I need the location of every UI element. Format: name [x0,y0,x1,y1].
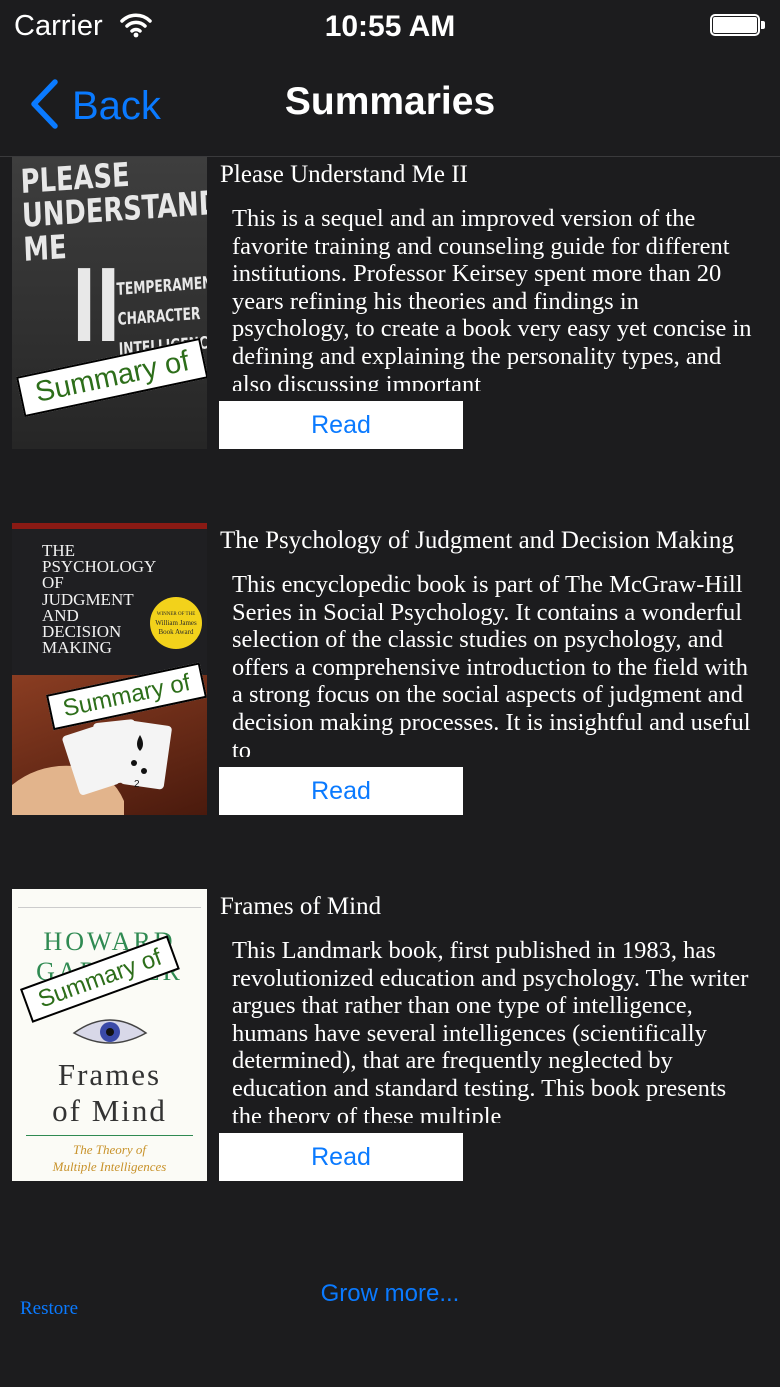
book-summary: This is a sequel and an improved version… [232,205,752,391]
restore-button[interactable]: Restore [20,1298,78,1320]
book-row[interactable]: THE PSYCHOLOGY OF JUDGMENT AND DECISION … [0,523,780,815]
read-button[interactable]: Read [219,1133,463,1181]
award-text: WINNER OF THE [156,611,196,617]
svg-text:2: 2 [134,779,140,790]
read-button[interactable]: Read [219,767,463,815]
award-badge: WINNER OF THE William James Book Award [150,597,202,649]
cover-title-line: Frames [57,1057,162,1092]
award-text: William James [155,618,197,627]
cover-title-line: of Mind [52,1093,167,1128]
clock: 10:55 AM [324,10,456,43]
book-title: Please Understand Me II [220,161,468,188]
cover-numeral: II [72,248,121,365]
grow-more-link[interactable]: Grow more... [0,1280,780,1308]
book-cover[interactable]: THE PSYCHOLOGY OF JUDGMENT AND DECISION … [12,523,207,815]
book-title: Frames of Mind [220,893,382,920]
status-bar: Carrier 10:55 AM [0,0,780,56]
book-summary: This encyclopedic book is part of The Mc… [232,571,751,757]
book-cover[interactable]: PLEASE UNDERSTAND ME II TEMPERAMENT CHAR… [12,157,207,449]
award-text: Book Award [158,627,194,636]
cover-title-line: MAKING [42,638,112,658]
battery-icon [710,14,766,40]
book-title: The Psychology of Judgment and Decision … [220,527,734,554]
cover-author: HOWARD [43,927,176,956]
book-summary: This Landmark book, first published in 1… [232,937,749,1123]
page-title: Summaries [284,80,496,123]
navigation-bar: Back Summaries [0,56,780,157]
book-row[interactable]: PLEASE UNDERSTAND ME II TEMPERAMENT CHAR… [0,157,780,449]
book-row[interactable]: HOWARD GARDNER Frames of Mind The Theory… [0,889,780,1181]
eye-icon [72,1013,148,1058]
cover-subtitle: Multiple Intelligences [52,1159,167,1174]
read-button[interactable]: Read [219,401,463,449]
book-cover[interactable]: HOWARD GARDNER Frames of Mind The Theory… [12,889,207,1181]
cover-subtitle: The Theory of [73,1142,146,1157]
